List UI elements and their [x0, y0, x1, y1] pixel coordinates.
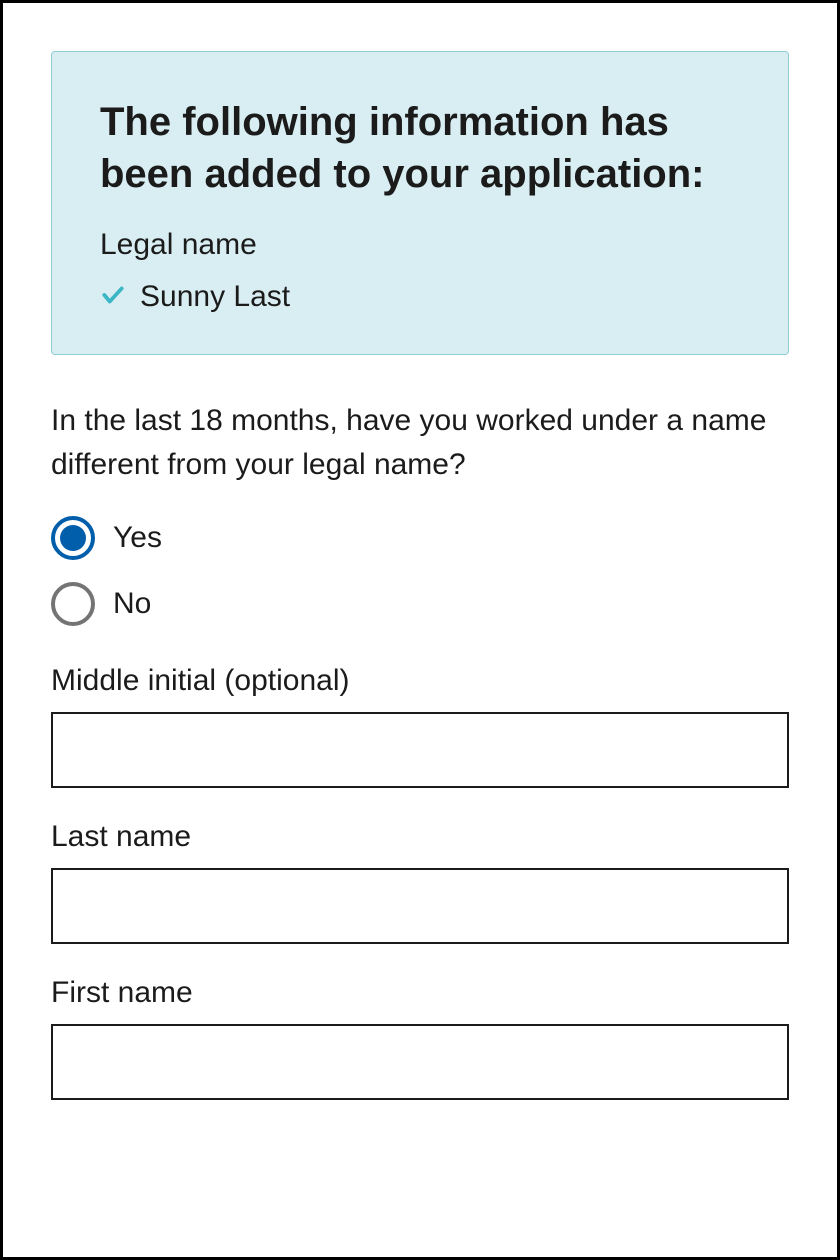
- form-container: The following information has been added…: [0, 0, 840, 1260]
- check-icon: [100, 282, 126, 313]
- radio-circle-yes[interactable]: [51, 516, 95, 560]
- field-middle-initial: Middle initial (optional): [51, 664, 789, 788]
- notice-box: The following information has been added…: [51, 51, 789, 355]
- notice-value: Sunny Last: [140, 280, 290, 314]
- radio-label-no: No: [113, 587, 151, 621]
- radio-option-yes[interactable]: Yes: [51, 516, 789, 560]
- notice-title: The following information has been added…: [100, 96, 740, 200]
- notice-item: Sunny Last: [100, 280, 740, 314]
- last-name-input[interactable]: [51, 868, 789, 944]
- first-name-label: First name: [51, 976, 789, 1010]
- question-text: In the last 18 months, have you worked u…: [51, 399, 789, 486]
- middle-initial-label: Middle initial (optional): [51, 664, 789, 698]
- last-name-label: Last name: [51, 820, 789, 854]
- field-first-name: First name: [51, 976, 789, 1100]
- radio-label-yes: Yes: [113, 521, 162, 555]
- first-name-input[interactable]: [51, 1024, 789, 1100]
- field-last-name: Last name: [51, 820, 789, 944]
- radio-option-no[interactable]: No: [51, 582, 789, 626]
- radio-circle-no[interactable]: [51, 582, 95, 626]
- notice-label: Legal name: [100, 228, 740, 262]
- middle-initial-input[interactable]: [51, 712, 789, 788]
- radio-group: Yes No: [51, 516, 789, 626]
